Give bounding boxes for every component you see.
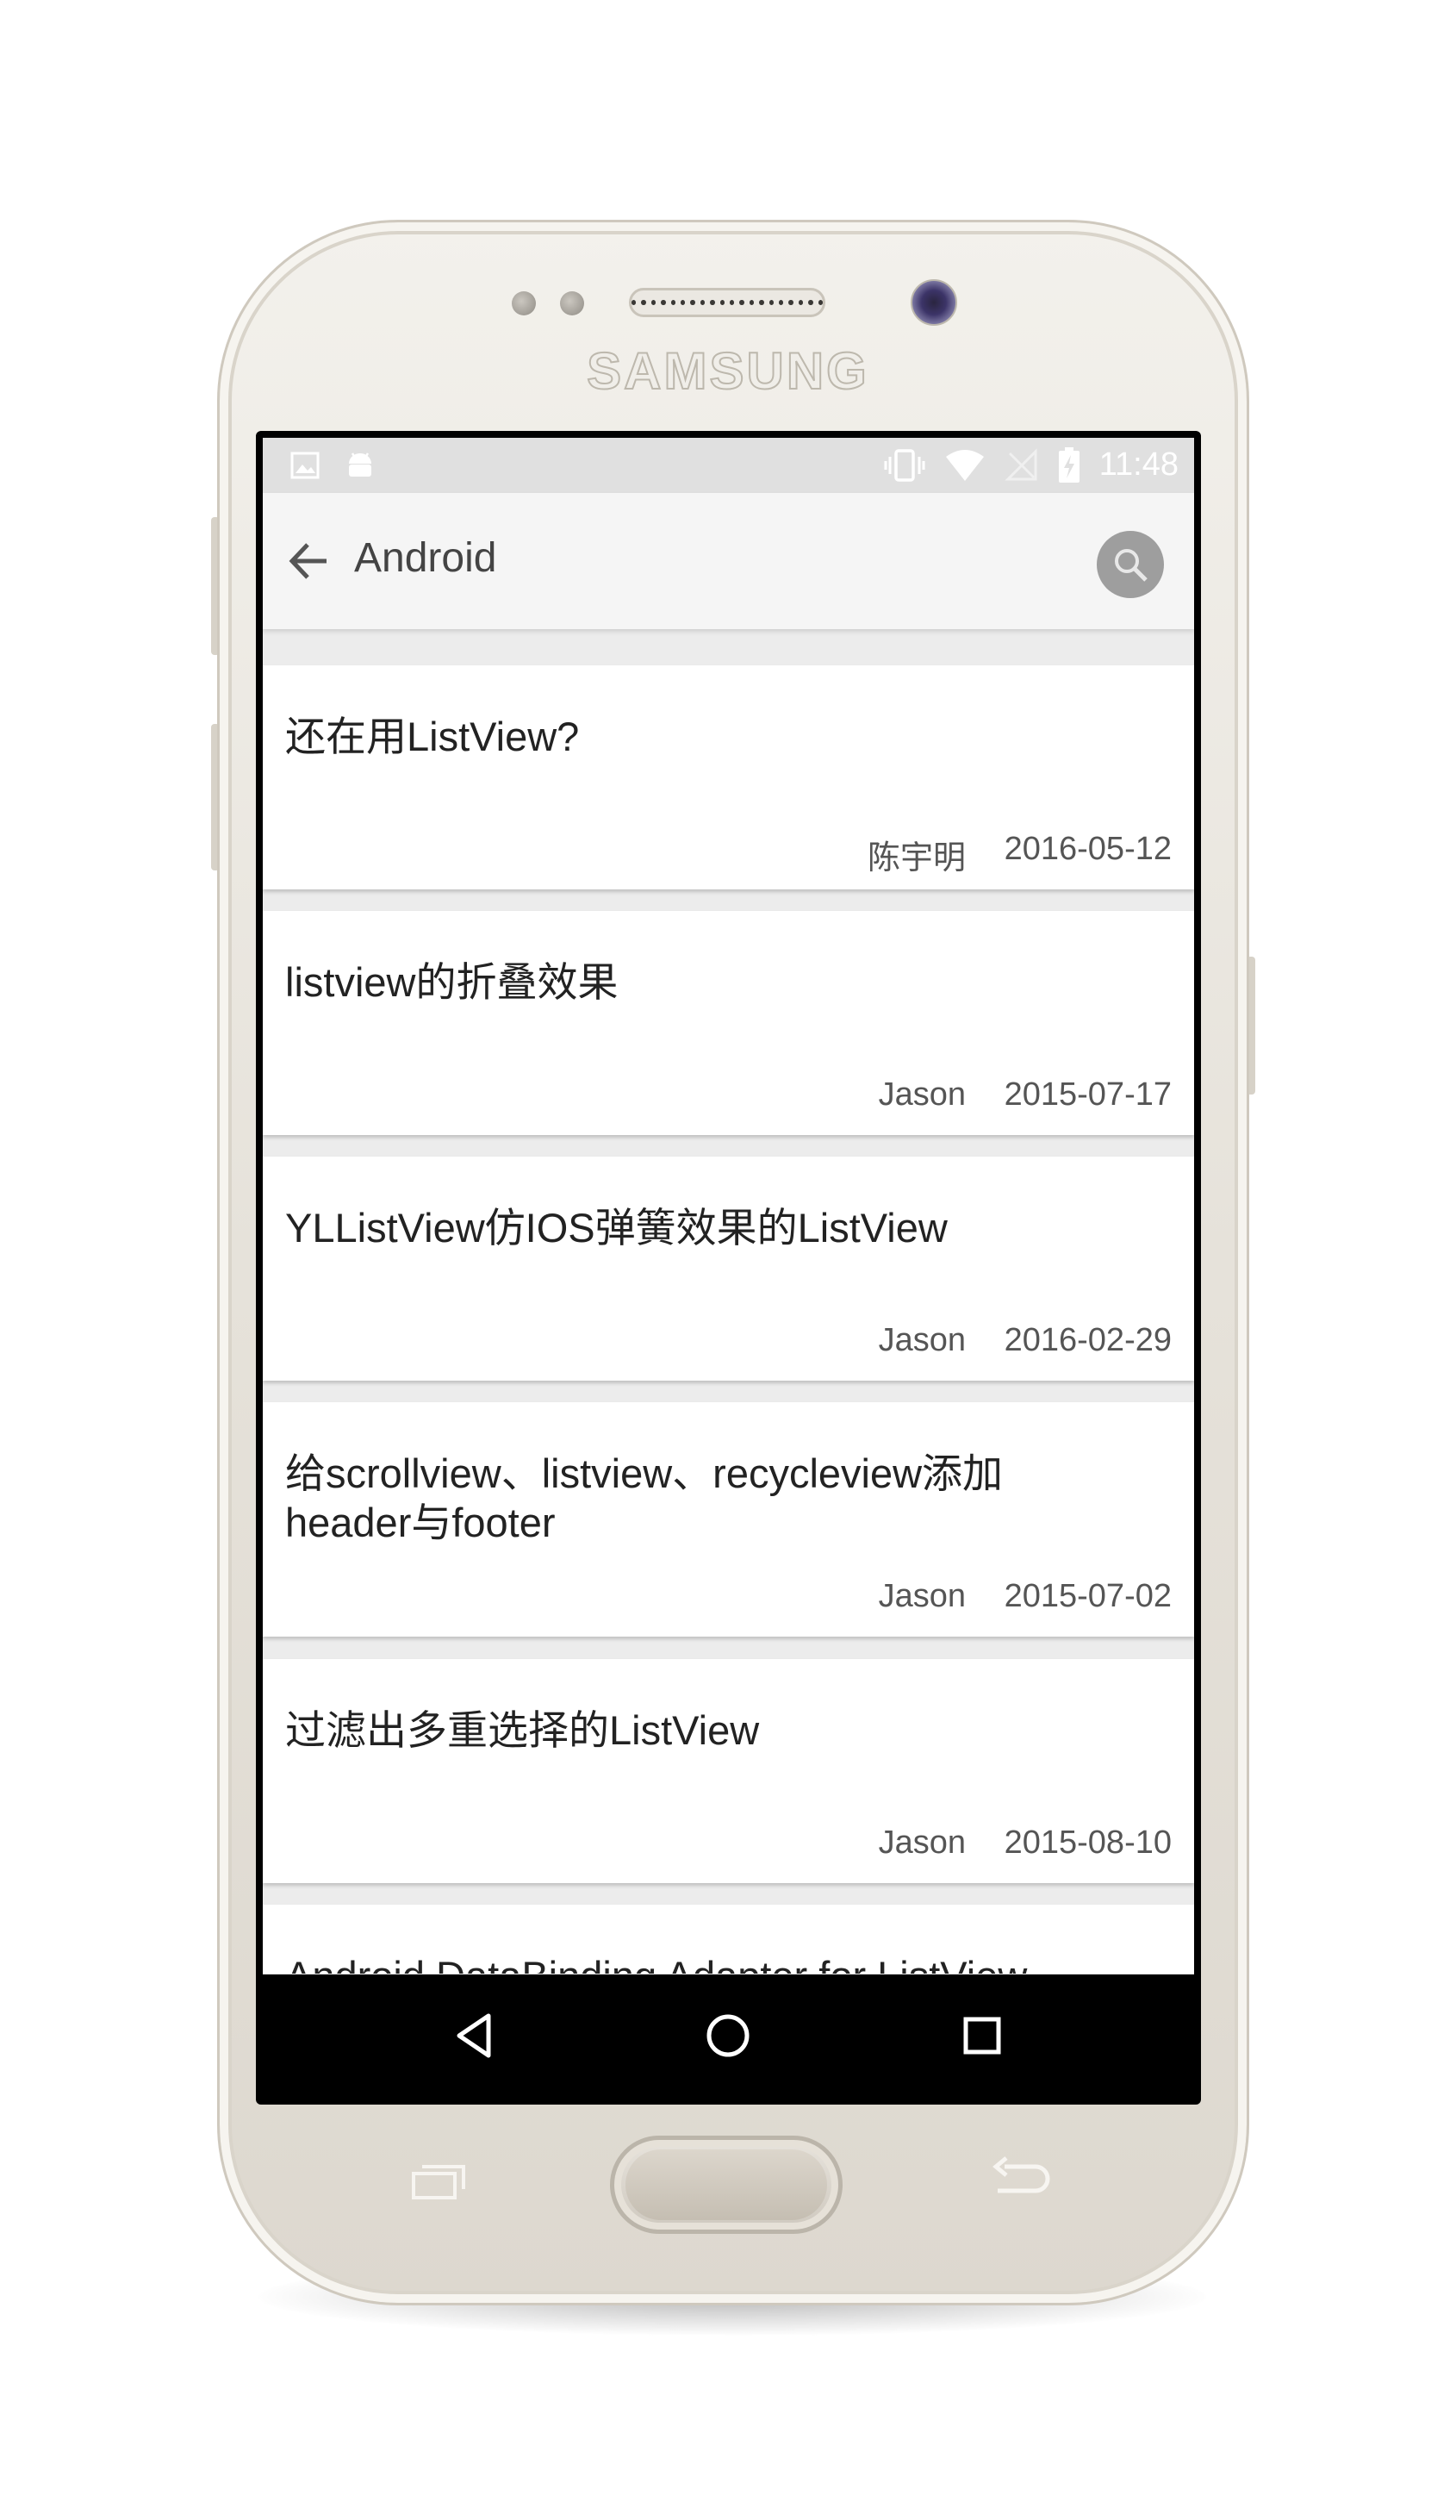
article-card[interactable]: 还在用ListView? 陈宇明 2016-05-12	[263, 665, 1194, 889]
article-title: 过滤出多重选择的ListView	[285, 1707, 760, 1753]
article-title: listview的折叠效果	[285, 959, 619, 1005]
proximity-sensor	[512, 291, 536, 315]
brand-logo: SAMSUNG	[586, 341, 869, 401]
page-title: Android	[354, 535, 497, 581]
battery-charging-icon	[1058, 446, 1080, 483]
hardware-back-icon[interactable]	[991, 2155, 1051, 2205]
article-author: Jason	[878, 1076, 966, 1113]
article-title: Android DataBinding Adapter for ListView	[285, 1951, 1061, 1974]
no-signal-icon	[1005, 447, 1037, 480]
search-icon	[1115, 549, 1148, 582]
light-sensor	[560, 291, 584, 315]
clock: 11:48	[1098, 446, 1179, 483]
article-date: 2015-07-02	[1004, 1578, 1172, 1614]
status-bar: 11:48	[263, 438, 1194, 493]
article-card[interactable]: listview的折叠效果 Jason 2015-07-17	[263, 911, 1194, 1135]
navigation-bar	[263, 1974, 1194, 2098]
article-author: Jason	[878, 1322, 966, 1358]
article-title: 给scrollview、listview、recycleview添加header…	[285, 1450, 1004, 1545]
search-button[interactable]	[1097, 531, 1164, 598]
article-date: 2016-05-12	[1004, 831, 1172, 867]
front-camera	[911, 279, 957, 326]
phone-screen: 11:48 Android 还在用ListView? 陈宇明 2016-05-1…	[256, 431, 1201, 2105]
article-date: 2015-08-10	[1004, 1825, 1172, 1861]
hardware-recents-icon[interactable]	[412, 2163, 467, 2199]
wifi-icon	[945, 449, 984, 481]
article-author: Jason	[878, 1578, 966, 1614]
article-list: 还在用ListView? 陈宇明 2016-05-12 listview的折叠效…	[263, 629, 1194, 1974]
home-circle-icon[interactable]	[698, 2005, 758, 2066]
recents-square-icon[interactable]	[952, 2005, 1012, 2066]
arrow-left-icon[interactable]	[285, 538, 332, 584]
article-card[interactable]: 给scrollview、listview、recycleview添加header…	[263, 1402, 1194, 1637]
fingerprint-sensor	[625, 2149, 827, 2220]
back-triangle-icon[interactable]	[445, 2005, 506, 2066]
android-notification-icon	[349, 452, 371, 477]
article-author: 陈宇明	[867, 840, 966, 876]
article-title: YLListView仿IOS弹簧效果的ListView	[285, 1205, 948, 1251]
article-date: 2015-07-17	[1004, 1076, 1172, 1113]
article-date: 2016-02-29	[1004, 1322, 1172, 1358]
image-notification-icon	[290, 452, 320, 479]
earpiece-speaker	[629, 288, 825, 317]
article-card[interactable]: Android DataBinding Adapter for ListView	[263, 1905, 1194, 1974]
article-author: Jason	[878, 1825, 966, 1861]
article-card[interactable]: YLListView仿IOS弹簧效果的ListView Jason 2016-0…	[263, 1157, 1194, 1381]
app-display: 11:48 Android 还在用ListView? 陈宇明 2016-05-1…	[263, 438, 1194, 2098]
vibrate-icon	[884, 448, 925, 482]
article-title: 还在用ListView?	[285, 714, 580, 759]
article-card[interactable]: 过滤出多重选择的ListView Jason 2015-08-10	[263, 1659, 1194, 1883]
app-bar: Android	[263, 493, 1194, 629]
